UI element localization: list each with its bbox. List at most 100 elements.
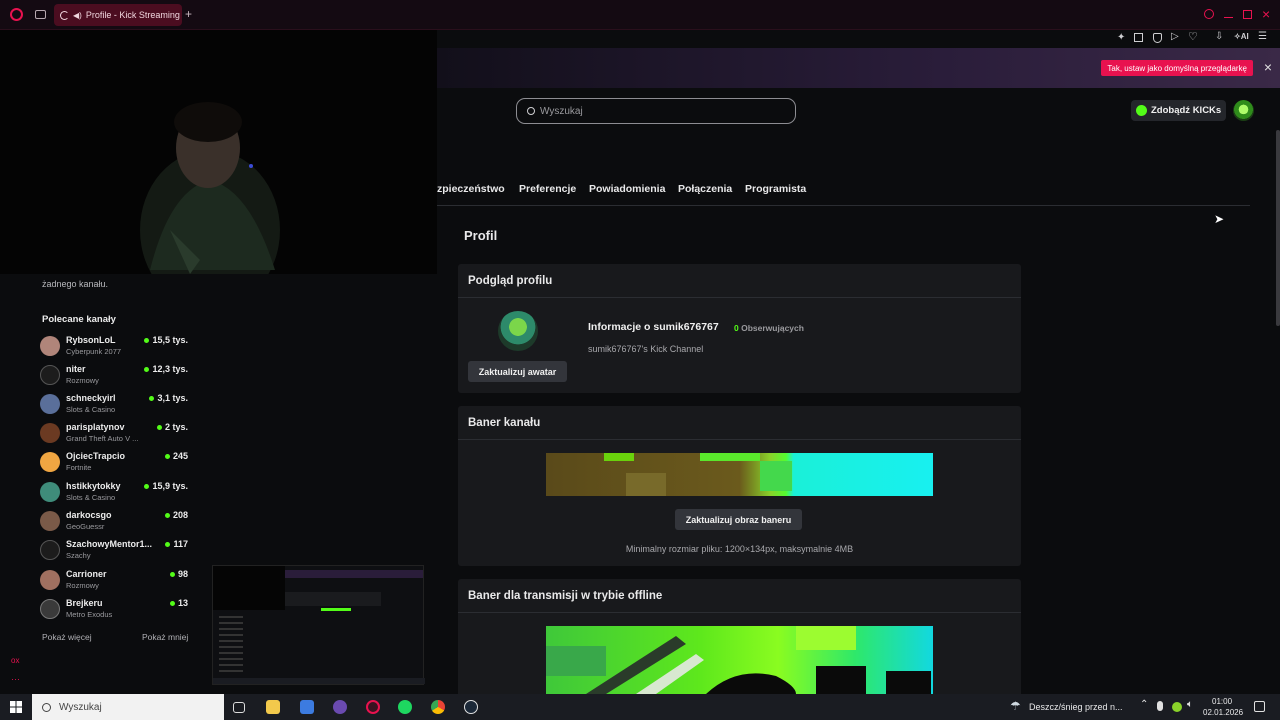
list-item[interactable]: niter Rozmowy 12,3 tys. [40, 361, 190, 389]
viewer-count: 98 [169, 569, 188, 579]
tab-loading-icon [60, 10, 69, 20]
list-item[interactable]: darkocsgo GeoGuessr 208 [40, 507, 190, 535]
list-item[interactable]: schneckyirl Slots & Casino 3,1 tys. [40, 390, 190, 418]
opera-logo-icon[interactable] [10, 8, 23, 21]
speaker-icon[interactable]: ◀) [73, 11, 82, 20]
channel-category: Rozmowy [66, 376, 99, 385]
default-browser-infobar: Tak, ustaw jako domyślną przeglądarkę × [437, 48, 1280, 88]
close-window-button[interactable]: × [1262, 6, 1270, 22]
menu-icon[interactable]: ☰ [1258, 31, 1267, 42]
thumbnail-infobar [285, 570, 423, 578]
shield-icon[interactable] [1153, 33, 1162, 43]
live-dot-icon [169, 601, 175, 607]
offline-banner-image [546, 626, 933, 694]
list-item[interactable]: parisplatynov Grand Theft Auto V ... 2 t… [40, 419, 190, 447]
banner-glitch-1 [604, 453, 634, 461]
card-header: Podgląd profilu [458, 264, 1021, 298]
tab-notifications[interactable]: Powiadomienia [589, 183, 665, 195]
avatar [40, 394, 60, 414]
webcam-overlay [0, 30, 437, 274]
search-tabs-icon[interactable] [1204, 9, 1214, 19]
list-item[interactable]: SzachowyMentor1... Szachy 117 [40, 536, 190, 564]
maximize-button[interactable] [1243, 10, 1252, 19]
snapshot-icon[interactable] [1134, 33, 1143, 42]
spotify-icon[interactable] [398, 700, 412, 714]
search-input[interactable]: Wyszukaj [516, 98, 796, 124]
kicks-icon [1136, 105, 1147, 116]
avatar [40, 511, 60, 531]
tray-app-icon[interactable] [1172, 702, 1182, 712]
browser-tab-active[interactable]: ◀) Profile - Kick Streaming [54, 4, 182, 26]
heart-icon[interactable]: ♡ [1188, 30, 1198, 43]
channel-category: Metro Exodus [66, 610, 113, 619]
avatar [40, 336, 60, 356]
opera-taskbar-icon[interactable] [366, 700, 380, 714]
weather-text[interactable]: Deszcz/śnieg przed n... [1029, 702, 1123, 712]
list-item[interactable]: Carrioner Rozmowy 98 [40, 566, 190, 594]
thumbnail-card [285, 592, 381, 606]
more-icon[interactable]: ··· [11, 674, 20, 684]
workspaces-icon[interactable] [35, 10, 46, 19]
update-banner-button[interactable]: Zaktualizuj obraz baneru [675, 509, 802, 530]
taskbar-date[interactable]: 02.01.2026 [1203, 708, 1243, 717]
tab-preferences[interactable]: Preferencje [519, 183, 576, 195]
avatar [40, 570, 60, 590]
avatar [40, 365, 60, 385]
chrome-icon[interactable] [431, 700, 445, 714]
page-scrollbar[interactable] [1276, 130, 1280, 326]
user-avatar[interactable] [1233, 100, 1254, 121]
taskbar-search-input[interactable]: Wyszukaj [32, 694, 224, 720]
notifications-icon[interactable] [1254, 701, 1265, 712]
thumbnail-cam [213, 566, 285, 610]
tab-developer[interactable]: Programista [745, 183, 806, 195]
file-explorer-icon[interactable] [266, 700, 280, 714]
list-item[interactable]: RybsonLoL Cyberpunk 2077 15,5 tys. [40, 332, 190, 360]
thumbnail-list [219, 616, 243, 676]
close-infobar-button[interactable]: × [1264, 59, 1272, 75]
volume-icon[interactable]: 🔈︎ [1187, 699, 1193, 710]
taskbar-time[interactable]: 01:00 [1212, 697, 1232, 706]
aria-ai-icon[interactable]: ✧AI [1234, 32, 1249, 41]
live-dot-icon [165, 542, 171, 548]
profile-preview-card: Podgląd profilu Informacje o sumik676767… [458, 264, 1021, 393]
profile-preview-title: Podgląd profilu [468, 274, 553, 287]
mouse-cursor-icon: ➤ [1214, 212, 1225, 226]
minimize-button[interactable] [1224, 17, 1233, 18]
update-avatar-button[interactable]: Zaktualizuj awatar [468, 361, 567, 382]
channel-category: Fortnite [66, 463, 92, 472]
offline-banner-title: Baner dla transmisji w trybie offline [468, 589, 663, 602]
followers-label: Obserwujących [741, 323, 804, 333]
channel-name: SzachowyMentor1... [66, 539, 153, 549]
channel-name: RybsonLoL [66, 335, 116, 345]
list-item[interactable]: hstikkytokky Slots & Casino 15,9 tys. [40, 478, 190, 506]
channel-description: sumik676767's Kick Channel [588, 344, 704, 354]
ai-label: AI [1240, 32, 1249, 41]
download-icon[interactable]: ⇩ [1215, 31, 1223, 42]
obs-icon[interactable] [333, 700, 347, 714]
task-view-icon[interactable] [233, 702, 245, 713]
new-tab-button[interactable]: + [185, 7, 192, 21]
get-kicks-button[interactable]: Zdobądź KICKs [1131, 100, 1226, 121]
viewer-count: 245 [164, 451, 188, 461]
play-icon[interactable]: ▷ [1171, 31, 1179, 42]
pin-icon[interactable]: ✦ [1117, 32, 1125, 43]
recommended-title: Polecane kanały [42, 314, 116, 325]
thumbnail-taskbar [213, 678, 425, 684]
show-less-link[interactable]: Pokaż mniej [142, 632, 188, 642]
tray-chevron-icon[interactable]: ⌃ [1140, 699, 1148, 710]
tab-connections[interactable]: Połączenia [678, 183, 732, 195]
banner-glitch-3 [626, 473, 666, 496]
channel-category: GeoGuessr [66, 522, 105, 531]
show-more-link[interactable]: Pokaż więcej [42, 632, 92, 642]
search-icon [42, 702, 51, 712]
app-icon[interactable] [300, 700, 314, 714]
windows-start-icon[interactable] [10, 701, 22, 713]
steam-icon[interactable] [464, 700, 478, 714]
microphone-icon[interactable] [1157, 701, 1163, 711]
sidebar-badge-icon: ox [11, 656, 20, 665]
channel-banner-card: Baner kanału Zaktualizuj obraz baneru Mi… [458, 406, 1021, 566]
tab-security[interactable]: zpieczeństwo [437, 183, 505, 195]
set-default-browser-button[interactable]: Tak, ustaw jako domyślną przeglądarkę [1101, 60, 1253, 76]
list-item[interactable]: OjciecTrapcio Fortnite 245 [40, 448, 190, 476]
list-item[interactable]: Brejkeru Metro Exodus 13 [40, 595, 190, 623]
